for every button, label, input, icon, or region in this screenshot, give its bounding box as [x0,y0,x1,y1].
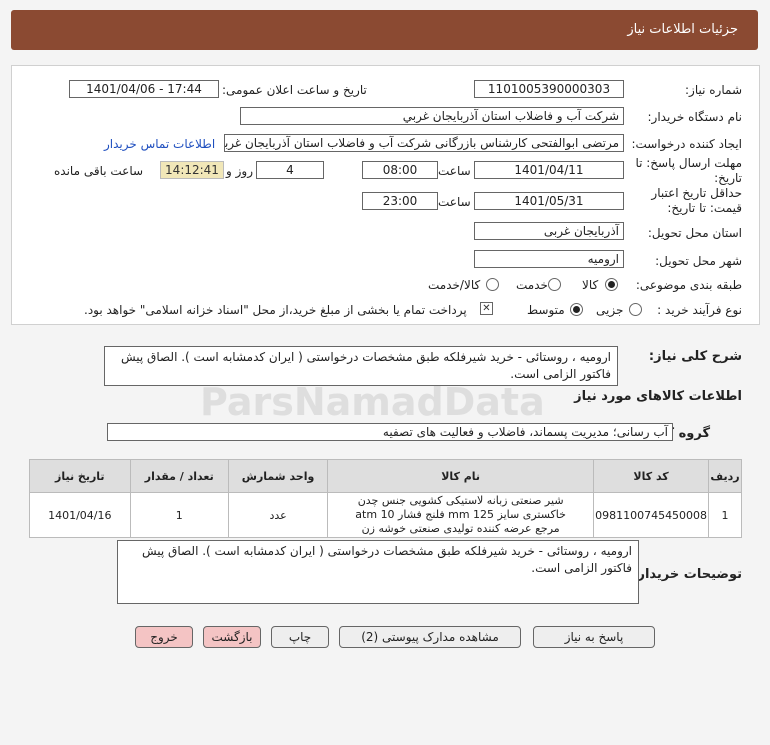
category-radio-both[interactable] [486,278,499,291]
buyer-desc-box: ارومیه ، روستائی - خرید شیرفلکه طبق مشخص… [117,540,639,604]
city-field: ارومیه [474,250,624,268]
purchase-radio-minor[interactable] [629,303,642,316]
province-label: استان محل تحویل: [647,226,742,240]
validity-time-field: 23:00 [362,192,438,210]
deadline-label: مهلت ارسال پاسخ: تا تاریخ: [635,156,742,185]
announce-label: تاریخ و ساعت اعلان عمومی: [222,83,367,97]
deadline-date-field: 1401/04/11 [474,161,624,179]
goods-group-field: آب رسانی؛ مدیریت پسماند، فاضلاب و فعالیت… [107,423,673,441]
cell-name: شیر صنعتی زبانه لاستیکی کشویی جنس چدن خا… [327,492,595,538]
validity-label: حداقل تاریخ اعتبار قیمت: تا تاریخ: [651,186,742,215]
goods-info-title: اطلاعات کالاهای مورد نیاز [574,389,742,404]
purchase-option-minor: جزیی [596,303,624,317]
exit-button[interactable]: خروج [135,626,193,648]
category-label: طبقه بندی موضوعی: [635,278,742,292]
cell-row: 1 [708,492,742,538]
cell-qty: 1 [129,492,229,538]
province-field: آذربایجان غربی [474,222,624,240]
col-header-qty: تعداد / مقدار [129,459,229,493]
creator-field: مرتضی ابوالفتحی کارشناس بازرگانی شرکت آب… [224,134,624,152]
category-radio-goods[interactable] [605,278,618,291]
category-option-goods: کالا [582,278,599,292]
attachments-button[interactable]: مشاهده مدارک پیوستی (2) [339,626,521,648]
validity-time-label: ساعت [438,195,471,209]
buyer-desc-label: توضیحات خریدار: [632,567,742,582]
cell-unit: عدد [227,492,329,538]
category-option-service: خدمت [516,278,548,292]
need-number-field: 1101005390000303 [474,80,624,98]
reply-button[interactable]: پاسخ به نیاز [533,626,655,648]
col-header-unit: واحد شمارش [227,459,329,493]
remaining-time-field: 14:12:41 [160,161,224,179]
creator-label: ایجاد کننده درخواست: [631,137,742,151]
col-header-date: تاریخ نیاز [29,459,131,493]
col-header-name: نام کالا [327,459,595,493]
watermark-text: ParsNamadData [200,380,545,424]
deadline-time-field: 08:00 [362,161,438,179]
print-button[interactable]: چاپ [271,626,329,648]
cell-code: 0981100745450008 [593,492,710,538]
back-button[interactable]: بازگشت [203,626,261,648]
days-label: روز و [226,164,253,178]
city-label: شهر محل تحویل: [655,254,742,268]
summary-box: ارومیه ، روستائی - خرید شیرفلکه طبق مشخص… [104,346,618,386]
purchase-type-label: نوع فرآیند خرید : [657,303,742,317]
summary-label: شرح کلی نیاز: [648,349,742,364]
page-header: جزئیات اطلاعات نیاز [11,10,758,50]
treasury-note: پرداخت تمام یا بخشی از مبلغ خرید،از محل … [84,303,467,317]
category-radio-service[interactable] [548,278,561,291]
purchase-option-medium: متوسط [527,303,565,317]
buyer-org-field: شرکت آب و فاضلاب استان آذربایجان غربي [240,107,624,125]
col-header-code: کد کالا [593,459,710,493]
announce-field: 1401/04/06 - 17:44 [69,80,219,98]
col-header-row: ردیف [708,459,742,493]
remaining-label: ساعت باقی مانده [54,164,144,178]
need-number-label: شماره نیاز: [685,83,742,97]
deadline-time-label: ساعت [438,164,471,178]
validity-date-field: 1401/05/31 [474,192,624,210]
buyer-contact-link[interactable]: اطلاعات تماس خریدار [104,137,215,151]
cell-date: 1401/04/16 [29,492,131,538]
category-option-both: کالا/خدمت [428,278,481,292]
days-field: 4 [256,161,324,179]
items-table: ردیف کد کالا نام کالا واحد شمارش تعداد /… [29,459,742,538]
table-header-row: ردیف کد کالا نام کالا واحد شمارش تعداد /… [29,459,742,493]
purchase-radio-medium[interactable] [570,303,583,316]
table-row: 1 0981100745450008 شیر صنعتی زبانه لاستی… [29,492,742,538]
treasury-checkbox[interactable]: ✕ [480,302,493,315]
buyer-org-label: نام دستگاه خریدار: [647,110,743,124]
page-title: جزئیات اطلاعات نیاز [627,22,738,37]
